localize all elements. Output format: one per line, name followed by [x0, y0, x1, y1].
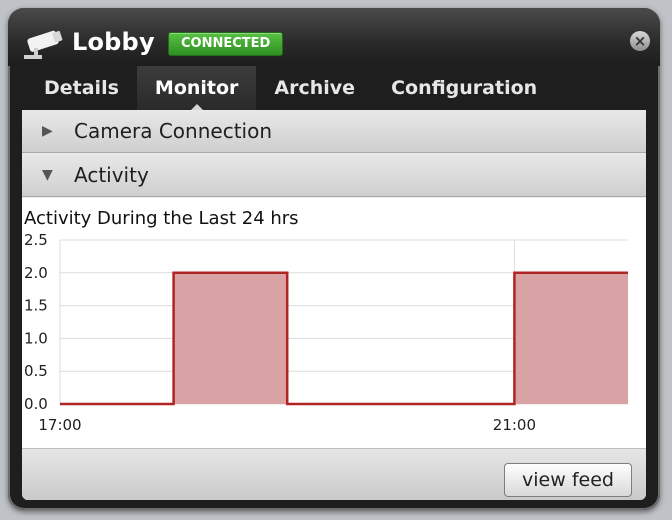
y-tick-label: 0.0 — [24, 395, 48, 413]
camera-icon — [24, 30, 63, 59]
title-bar: Lobby CONNECTED × — [8, 8, 660, 66]
x-axis-ticks: 17:00 21:00 — [38, 416, 536, 434]
tab-details[interactable]: Details — [26, 66, 137, 110]
disclosure-down-icon: ▼ — [42, 167, 53, 183]
disclosure-right-icon: ▶ — [42, 123, 53, 139]
close-icon[interactable]: × — [630, 31, 650, 51]
footer-bar: view feed — [22, 448, 646, 500]
tab-bar: Details Monitor Archive Configuration — [26, 66, 646, 110]
camera-window: Lobby CONNECTED × Details Monitor Archiv… — [8, 8, 660, 510]
x-tick-label: 21:00 — [493, 416, 536, 434]
view-feed-button[interactable]: view feed — [504, 463, 632, 497]
y-tick-label: 1.0 — [24, 329, 48, 347]
activity-chart-area: Activity During the Last 24 hrs 0.0 0.5 1.… — [22, 198, 646, 448]
activity-section-header[interactable]: ▼ Activity — [22, 154, 646, 197]
window-title: Lobby — [72, 28, 155, 56]
tab-configuration[interactable]: Configuration — [373, 66, 555, 110]
y-tick-label: 1.5 — [24, 297, 48, 315]
activity-bar — [173, 272, 288, 404]
y-tick-label: 2.5 — [24, 231, 48, 249]
section-label: Camera Connection — [74, 119, 273, 143]
chart-title: Activity During the Last 24 hrs — [24, 208, 299, 229]
y-tick-label: 0.5 — [24, 362, 48, 380]
tab-monitor[interactable]: Monitor — [136, 66, 257, 110]
y-tick-label: 2.0 — [24, 264, 48, 282]
activity-bar — [514, 272, 628, 404]
status-badge: CONNECTED — [168, 32, 284, 56]
y-axis-ticks: 0.0 0.5 1.0 1.5 2.0 2.5 — [24, 231, 48, 413]
x-tick-label: 17:00 — [38, 416, 81, 434]
tab-archive[interactable]: Archive — [256, 66, 373, 110]
activity-chart: Activity During the Last 24 hrs 0.0 0.5 1.… — [24, 208, 628, 434]
section-label: Activity — [74, 163, 149, 187]
monitor-panel: ▶ Camera Connection ▼ Activity Activity … — [22, 110, 646, 500]
camera-connection-section-header[interactable]: ▶ Camera Connection — [22, 110, 646, 153]
